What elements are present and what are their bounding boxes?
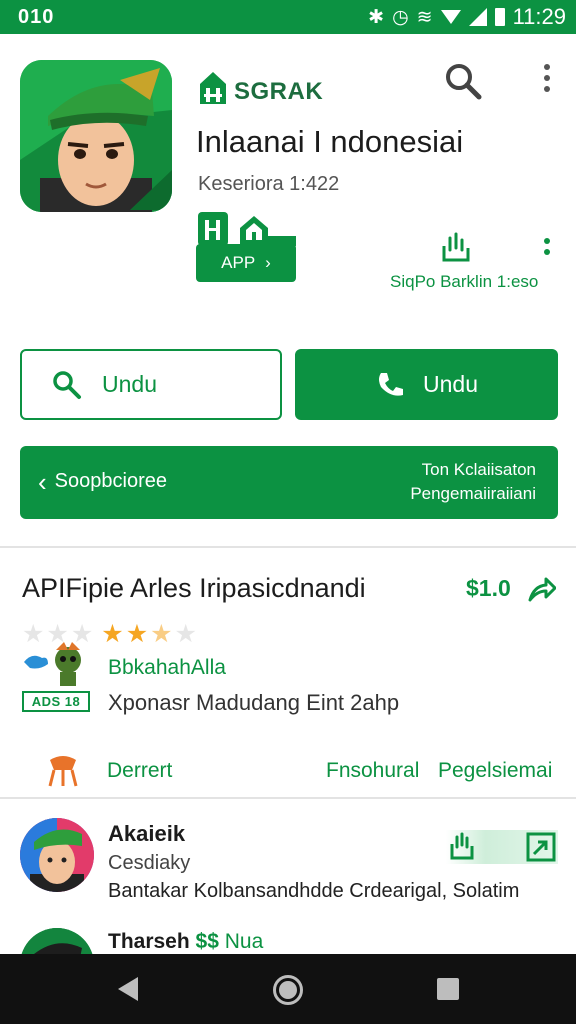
review-actions <box>446 830 558 864</box>
star-empty-icon: ★ <box>174 620 197 648</box>
signal-strength-icon <box>468 8 487 26</box>
category-right[interactable]: Pegelsiemai <box>438 759 552 783</box>
overflow-dot <box>544 86 550 92</box>
overflow-dot <box>544 75 550 81</box>
banner-right-line1: Ton Kclaiisaton <box>421 460 536 479</box>
status-icons: ✱ ◷ ≋ 11:29 <box>368 4 566 30</box>
developer-mascot-icon <box>22 640 92 688</box>
developer-mascot-glyph <box>24 642 81 686</box>
info-banner[interactable]: ‹ Soopbcioree Ton Kclaiisaton Pengemaiir… <box>20 446 558 519</box>
battery-icon <box>494 8 505 26</box>
undu-outline-label: Undu <box>102 371 157 397</box>
star-half-icon: ★ <box>150 620 173 648</box>
report-icon[interactable] <box>526 832 556 862</box>
app-badge[interactable]: APP › <box>196 210 296 282</box>
wifi-icon: ≋ <box>416 6 433 28</box>
banner-right: Ton Kclaiisaton Pengemaiiraiiani <box>410 458 536 506</box>
section-divider <box>0 797 576 799</box>
app-icon-artwork <box>20 60 172 212</box>
cell-signal-icon <box>440 10 461 24</box>
phone-icon <box>379 372 403 396</box>
buildings-icon <box>198 212 296 246</box>
install-stat: SiqPo Barklin 1:eso <box>390 272 539 291</box>
app-icon <box>20 60 172 212</box>
category-left[interactable]: Derrert <box>107 759 172 783</box>
navigation-bar <box>0 954 576 1024</box>
more-dot <box>544 249 550 255</box>
ads-badge: ADS 18 <box>22 691 90 712</box>
avatar[interactable] <box>20 818 94 892</box>
status-time: 11:29 <box>512 4 566 29</box>
brand-logo: SGRAK <box>198 70 323 106</box>
status-bar: 010 ✱ ◷ ≋ 11:29 <box>0 0 576 34</box>
banner-right-line2: Pengemaiiraiiani <box>410 484 536 503</box>
search-icon <box>53 370 81 399</box>
reviewer-suffix: Nua <box>224 930 264 953</box>
app-title: Inlaanai I ndonesiai <box>196 124 464 159</box>
review-text: Bantakar Kolbansandhdde Crdearigal, Sola… <box>108 880 520 902</box>
app-badge-button[interactable]: APP › <box>196 244 296 282</box>
section-title: APIFipie Arles Iripasicdnandi <box>22 573 366 603</box>
install-hand-icon[interactable] <box>438 232 474 266</box>
install-hand-glyph <box>442 232 470 262</box>
helpful-icon[interactable] <box>448 832 476 862</box>
overflow-dot <box>544 64 550 70</box>
more-options-icon[interactable] <box>540 238 554 266</box>
undu-outline-button[interactable]: Undu <box>20 349 282 420</box>
bluetooth-icon: ✱ <box>368 6 385 28</box>
star-filled-icon: ★ <box>101 620 124 648</box>
overflow-menu-icon[interactable] <box>538 64 556 100</box>
share-glyph <box>528 577 557 602</box>
reviewer-name: Tharseh $$ Nua <box>108 930 263 954</box>
chair-icon <box>46 752 80 788</box>
banner-left-label: Soopbcioree <box>54 470 167 492</box>
reviewer-name-text: Tharseh <box>108 930 190 953</box>
chair-glyph <box>48 756 78 787</box>
reviewer-price: $$ <box>195 930 219 953</box>
status-left-text: 010 <box>18 6 55 28</box>
back-icon[interactable] <box>118 977 138 1001</box>
app-version: Keseriora 1:422 <box>198 173 340 195</box>
chevron-left-icon: ‹ <box>38 466 47 497</box>
banner-left: ‹ Soopbcioree <box>38 466 167 497</box>
undu-filled-label: Undu <box>423 371 478 397</box>
recents-icon[interactable] <box>437 978 459 1000</box>
developer-name[interactable]: BbkahahAlla <box>108 656 226 680</box>
section-divider <box>0 546 576 548</box>
alarm-icon: ◷ <box>392 6 409 28</box>
share-icon[interactable] <box>528 576 557 602</box>
avatar-artwork <box>20 818 94 892</box>
home-icon[interactable] <box>273 975 303 1005</box>
category-mid[interactable]: Fnsohural <box>326 759 419 783</box>
developer-description: Xponasr Madudang Eint 2ahp <box>108 690 400 715</box>
reviewer-name: Akaieik <box>108 821 186 846</box>
review-date: Cesdiaky <box>108 852 191 874</box>
chevron-right-icon: › <box>265 253 271 272</box>
app-badge-label: APP <box>221 253 256 272</box>
more-dot <box>544 238 550 244</box>
brand-name: SGRAK <box>234 78 324 105</box>
brand-mark-icon <box>200 72 226 104</box>
star-filled-icon: ★ <box>125 620 149 648</box>
price: $1.0 <box>466 575 511 601</box>
search-icon[interactable] <box>444 62 482 100</box>
search-glyph <box>446 64 482 100</box>
undu-filled-button[interactable]: Undu <box>295 349 558 420</box>
